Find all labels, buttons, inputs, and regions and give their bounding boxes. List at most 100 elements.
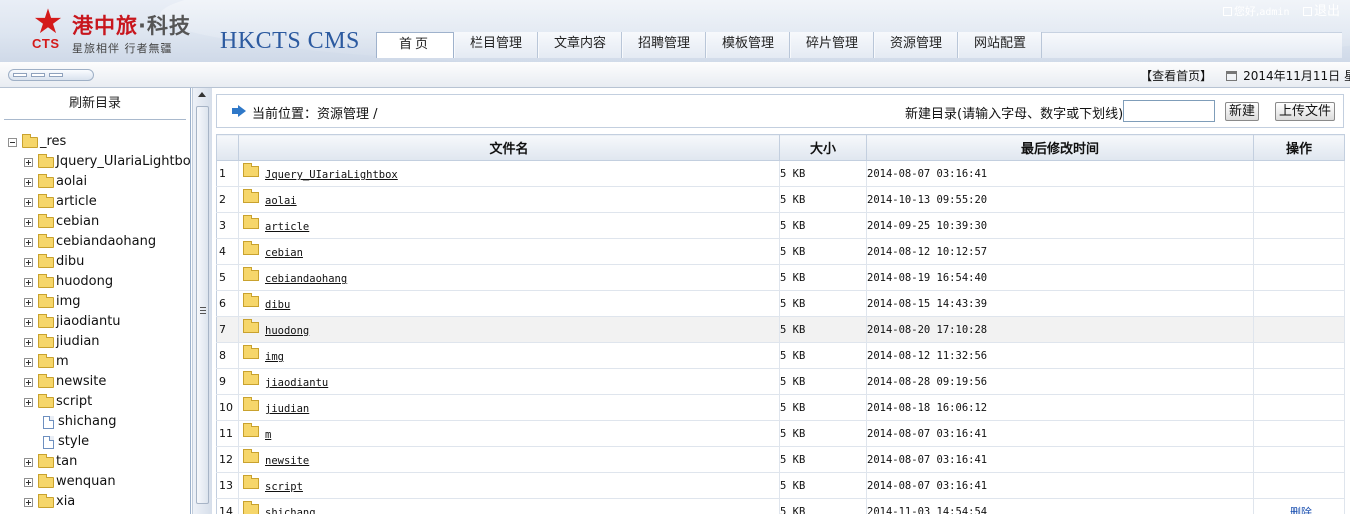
file-modified-time: 2014-08-12 11:32:56 — [866, 342, 1254, 369]
expand-icon[interactable] — [24, 277, 33, 287]
file-name-link[interactable]: jiudian — [265, 403, 309, 415]
table-row[interactable]: 11 m 5 KB 2014-08-07 03:16:41 — [216, 420, 1345, 447]
expand-icon[interactable] — [24, 297, 33, 307]
table-row[interactable]: 10 jiudian 5 KB 2014-08-18 16:06:12 — [216, 394, 1345, 421]
expand-icon[interactable] — [24, 217, 33, 227]
folder-icon — [38, 253, 54, 268]
nav-tab-home[interactable]: 首页 — [376, 32, 454, 58]
tree-item[interactable]: newsite — [8, 372, 190, 392]
table-row[interactable]: 9 jiaodiantu 5 KB 2014-08-28 09:19:56 — [216, 368, 1345, 395]
tree-item[interactable]: style — [8, 432, 190, 452]
expand-icon[interactable] — [24, 457, 33, 467]
sidebar-toggle[interactable] — [8, 69, 94, 81]
tree-item[interactable]: aolai — [8, 172, 190, 192]
nav-tab-recruitment[interactable]: 招聘管理 — [622, 32, 706, 58]
table-row[interactable]: 6 dibu 5 KB 2014-08-15 14:43:39 — [216, 290, 1345, 317]
tree-item[interactable]: dibu — [8, 252, 190, 272]
nav-tab-resources[interactable]: 资源管理 — [874, 32, 958, 58]
file-table: 文件名 大小 最后修改时间 操作 1 Jquery_UIariaLightbox 5… — [216, 134, 1345, 514]
tree-item[interactable]: jiaodiantu — [8, 312, 190, 332]
tree-item[interactable]: article — [8, 192, 190, 212]
table-row[interactable]: 12 newsite 5 KB 2014-08-07 03:16:41 — [216, 446, 1345, 473]
tree-item[interactable]: xia — [8, 492, 190, 512]
table-row[interactable]: 2 aolai 5 KB 2014-10-13 09:55:20 — [216, 186, 1345, 213]
view-homepage-link[interactable]: 【查看首页】 — [1140, 69, 1212, 83]
tree-item[interactable]: Jquery_UIariaLightbox — [8, 152, 190, 172]
table-row[interactable]: 5 cebiandaohang 5 KB 2014-08-19 16:54:40 — [216, 264, 1345, 291]
column-header-index — [216, 134, 239, 161]
scroll-thumb[interactable] — [196, 106, 209, 504]
file-name-link[interactable]: m — [265, 429, 271, 441]
create-directory-button[interactable]: 新建 — [1225, 102, 1260, 121]
table-row[interactable]: 1 Jquery_UIariaLightbox 5 KB 2014-08-07 03:… — [216, 160, 1345, 187]
table-row[interactable]: 8 img 5 KB 2014-08-12 11:32:56 — [216, 342, 1345, 369]
collapse-icon[interactable] — [8, 137, 17, 147]
new-directory-input[interactable] — [1123, 100, 1215, 122]
tree-item[interactable]: img — [8, 292, 190, 312]
expand-icon[interactable] — [24, 177, 33, 187]
tree-root[interactable]: _res — [8, 132, 190, 152]
tree-item[interactable]: shichang — [8, 412, 190, 432]
file-name-link[interactable]: jiaodiantu — [265, 377, 328, 389]
nav-tab-site-config[interactable]: 网站配置 — [958, 32, 1042, 58]
file-name-link[interactable]: article — [265, 221, 309, 233]
nav-tab-templates[interactable]: 模板管理 — [706, 32, 790, 58]
nav-tab-articles[interactable]: 文章内容 — [538, 32, 622, 58]
nav-tab-fragments[interactable]: 碎片管理 — [790, 32, 874, 58]
expand-icon[interactable] — [24, 257, 33, 267]
tree-item[interactable]: wenquan — [8, 472, 190, 492]
upload-file-button[interactable]: 上传文件 — [1275, 102, 1336, 121]
file-name-link[interactable]: cebian — [265, 247, 303, 259]
tree-item[interactable]: m — [8, 352, 190, 372]
tree-item-label: cebiandaohang — [56, 234, 157, 249]
table-row[interactable]: 4 cebian 5 KB 2014-08-12 10:12:57 — [216, 238, 1345, 265]
file-name-link[interactable]: Jquery_UIariaLightbox — [265, 169, 398, 181]
expand-icon[interactable] — [24, 497, 33, 507]
expand-icon[interactable] — [24, 317, 33, 327]
tree-item[interactable]: huodong — [8, 272, 190, 292]
tree-item[interactable]: cebiandaohang — [8, 232, 190, 252]
current-date: 2014年11月11日 星期二 — [1243, 69, 1350, 83]
table-row[interactable]: 7 huodong 5 KB 2014-08-20 17:10:28 — [216, 316, 1345, 343]
tree-item[interactable]: script — [8, 392, 190, 412]
file-name-link[interactable]: huodong — [265, 325, 309, 337]
tree-item[interactable]: jiudian — [8, 332, 190, 352]
file-name-link[interactable]: newsite — [265, 455, 309, 467]
file-name-link[interactable]: img — [265, 351, 284, 363]
expand-icon[interactable] — [24, 477, 33, 487]
column-header-modified[interactable]: 最后修改时间 — [866, 134, 1254, 161]
sidebar-scrollbar[interactable] — [192, 88, 212, 514]
table-row[interactable]: 3 article 5 KB 2014-09-25 10:39:30 — [216, 212, 1345, 239]
scroll-up-arrow-icon[interactable] — [198, 92, 206, 97]
file-name-cell: jiudian — [238, 394, 780, 421]
column-header-size[interactable]: 大小 — [779, 134, 867, 161]
column-header-filename[interactable]: 文件名 — [238, 134, 780, 161]
nav-filler — [1042, 32, 1342, 58]
expand-icon[interactable] — [24, 377, 33, 387]
expand-icon[interactable] — [24, 397, 33, 407]
logout-button[interactable]: 退出 — [1302, 4, 1340, 19]
nav-tab-columns[interactable]: 栏目管理 — [454, 32, 538, 58]
expand-icon[interactable] — [24, 337, 33, 347]
file-name-link[interactable]: script — [265, 481, 303, 493]
tree-item[interactable]: tan — [8, 452, 190, 472]
file-name-link[interactable]: dibu — [265, 299, 290, 311]
expand-icon[interactable] — [24, 237, 33, 247]
expand-icon[interactable] — [24, 197, 33, 207]
table-row[interactable]: 13 script 5 KB 2014-08-07 03:16:41 — [216, 472, 1345, 499]
file-name-link[interactable]: cebiandaohang — [265, 273, 347, 285]
table-header-row: 文件名 大小 最后修改时间 操作 — [216, 134, 1345, 161]
file-name-link[interactable]: shichang — [265, 507, 316, 514]
table-row[interactable]: 14 shichang 5 KB 2014-11-03 14:54:54 删除 — [216, 498, 1345, 514]
directory-tree: _res Jquery_UIariaLightbox aolai article ce… — [8, 132, 190, 512]
folder-icon — [243, 423, 259, 437]
refresh-directory-button[interactable]: 刷新目录 — [4, 88, 186, 120]
row-actions — [1253, 160, 1345, 187]
expand-icon[interactable] — [24, 157, 33, 167]
tree-item[interactable]: cebian — [8, 212, 190, 232]
expand-icon[interactable] — [24, 357, 33, 367]
tree-item-label: cebian — [56, 214, 100, 229]
toggle-segment-icon — [31, 73, 45, 77]
file-name-link[interactable]: aolai — [265, 195, 297, 207]
delete-link[interactable]: 删除 — [1290, 506, 1312, 514]
